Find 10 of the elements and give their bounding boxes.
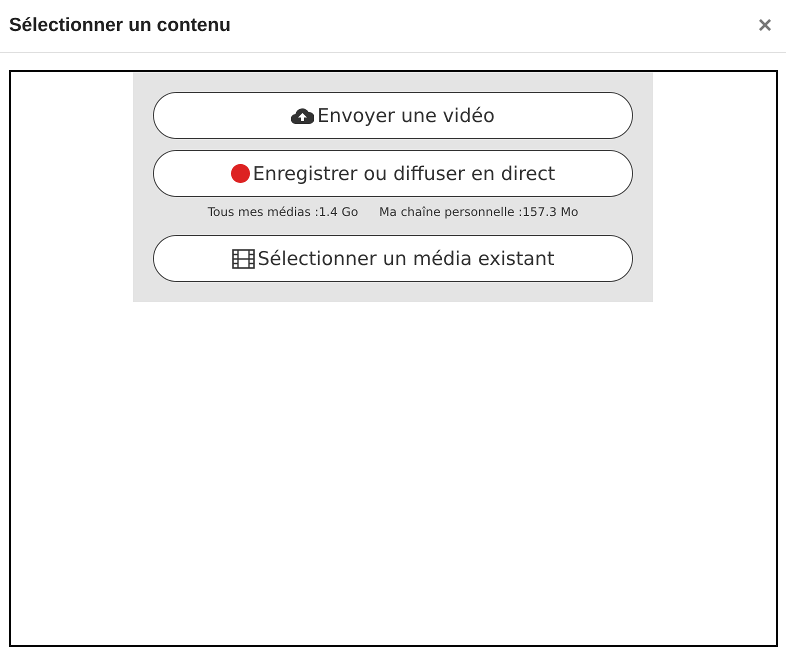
film-icon bbox=[232, 248, 255, 268]
storage-usage-text: Tous mes médias :1.4 Go bbox=[208, 205, 358, 219]
cloud-upload-icon bbox=[291, 107, 314, 124]
record-dot-icon bbox=[230, 164, 250, 183]
action-button[interactable]: Envoyer une vidéo bbox=[153, 92, 633, 139]
storage-usage-text: Ma chaîne personnelle :157.3 Mo bbox=[379, 205, 578, 219]
action-button[interactable]: Sélectionner un média existant bbox=[153, 235, 633, 282]
dialog-title: Sélectionner un contenu bbox=[9, 15, 231, 37]
action-button[interactable]: Enregistrer ou diffuser en direct bbox=[153, 150, 633, 197]
close-button[interactable]: × bbox=[756, 12, 774, 40]
